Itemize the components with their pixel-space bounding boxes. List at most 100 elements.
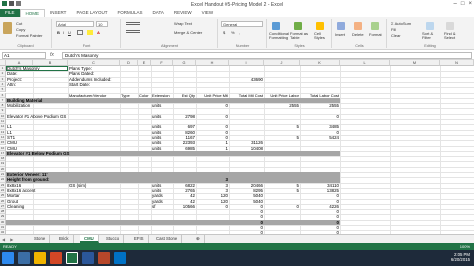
tab-page-layout[interactable]: PAGE LAYOUT [71,9,112,17]
conditional-formatting-icon[interactable] [272,22,280,30]
close-icon[interactable]: × [468,1,472,7]
cell-a27[interactable]: Cleaning [7,204,24,209]
fill-color-icon[interactable] [87,30,93,35]
cell-a4[interactable]: Attn: [7,82,16,87]
underline-button[interactable]: U [68,30,71,35]
cell-styles-icon[interactable] [316,22,324,30]
format-button[interactable]: Format [369,32,382,37]
cell-c23[interactable]: GS (sim) [69,183,86,188]
conditional-formatting-button[interactable]: Conditional Formatting [269,32,289,40]
outlook-icon[interactable] [114,252,126,264]
cell-k10[interactable]: 0 [300,114,339,119]
cell-i3[interactable]: 43690 [229,77,263,82]
cell-j12[interactable]: 5 [264,124,299,129]
format-painter-button[interactable]: Format Painter [16,33,42,38]
delete-cells-icon[interactable] [354,22,362,30]
insert-cells-icon[interactable] [337,22,345,30]
insert-button[interactable]: Insert [335,32,345,37]
cell-h27[interactable]: 0 [196,204,228,209]
format-as-table-button[interactable]: Format as Table [290,32,310,40]
cell-f8[interactable]: units [152,103,161,108]
tab-formulas[interactable]: FORMULAS [113,9,148,17]
cell-h8[interactable]: 0 [196,103,228,108]
add-sheet-icon[interactable]: ⊕ [192,235,205,243]
format-cells-icon[interactable] [371,22,379,30]
formula-input[interactable]: Dutch's Masonry [62,52,472,59]
column-header[interactable]: E [138,60,151,66]
cell-k8[interactable]: 2555 [300,103,339,108]
italic-button[interactable]: I [63,30,64,35]
worksheet-grid[interactable]: A B C D E F G H I J K L M N 1 Dutch's Masonry Plans Type… [0,60,474,234]
sheet-tab-stone[interactable]: Stone [30,235,51,243]
column-header[interactable]: F [151,60,173,66]
align-left-icon[interactable] [126,30,140,33]
borders-icon[interactable] [77,30,83,35]
cut-button[interactable]: Cut [16,21,22,26]
column-header[interactable]: K [300,60,340,66]
column-header[interactable]: H [196,60,229,66]
find-select-button[interactable]: Find & Select [444,32,464,40]
column-header[interactable]: I [229,60,264,66]
cell-j27[interactable]: 0 [264,204,299,209]
cell-a17[interactable]: Elevator #1 Below Podium GS [7,151,69,156]
cell-k14[interactable]: 5424 [300,135,339,140]
cell-j8[interactable]: 2555 [264,103,299,108]
column-header[interactable]: N [440,60,474,66]
excel-taskbar-icon[interactable] [66,252,78,264]
number-format-select[interactable]: General [221,21,263,27]
font-size-select[interactable]: 10 [96,21,108,27]
sheet-tab-efis[interactable]: EFIS [130,235,149,243]
wrap-text-button[interactable]: Wrap Text [174,21,192,26]
maximize-icon[interactable]: □ [461,1,465,7]
explorer-icon[interactable] [34,252,46,264]
sort-filter-button[interactable]: Sort & Filter [422,32,442,40]
cell-j24[interactable]: 5 [264,188,299,193]
copy-button[interactable]: Copy [16,27,25,32]
font-name-select[interactable]: Arial [56,21,94,27]
currency-button[interactable]: $ [223,30,225,35]
media-icon[interactable] [50,252,62,264]
name-box[interactable]: A1 [2,52,46,59]
tab-view[interactable]: VIEW [197,9,219,17]
fx-icon[interactable]: fx [50,52,54,58]
find-select-icon[interactable] [446,22,454,30]
cell-c4[interactable]: Start Date: [69,82,90,87]
column-header[interactable]: D [120,60,138,66]
powerpoint-icon[interactable] [98,252,110,264]
column-header[interactable]: L [340,60,390,66]
autosum-button[interactable]: Σ AutoSum [391,21,411,26]
ie-icon[interactable] [18,252,30,264]
column-header[interactable]: J [264,60,300,66]
fill-button[interactable]: Fill [391,27,396,32]
cell-j14[interactable]: 5 [264,135,299,140]
column-header[interactable]: G [173,60,196,66]
merge-center-button[interactable]: Merge & Center [174,30,202,35]
sheet-tab-cast-stone[interactable]: Cast Stone [152,235,183,243]
word-icon[interactable] [82,252,94,264]
minimize-icon[interactable]: – [454,1,457,7]
sort-filter-icon[interactable] [426,22,434,30]
comma-style-button[interactable]: , [239,30,240,35]
cell-a10[interactable]: Elevator #1 Above Podium GS [7,114,66,119]
font-color-icon[interactable]: A [97,30,100,35]
cell-a8[interactable]: Mobilization [7,103,30,108]
cell-styles-button[interactable]: Cell Styles [314,32,330,40]
cell-g10[interactable]: 2798 [173,114,195,119]
align-top-icon[interactable] [126,22,140,25]
paste-icon[interactable] [3,22,12,34]
cell-f10[interactable]: units [152,114,161,119]
bold-button[interactable]: B [57,30,60,35]
cell-g27[interactable]: 10566 [173,204,195,209]
sheet-tab-stucco[interactable]: Stucco [102,235,125,243]
cell-h10[interactable]: 0 [196,114,228,119]
start-icon[interactable] [2,252,14,264]
sheet-nav-arrows[interactable]: ◀ ▶ [2,237,15,242]
sheet-tab-cmu[interactable]: CMU [80,235,99,243]
tab-data[interactable]: DATA [148,9,169,17]
zoom-level[interactable]: 100% [460,243,470,250]
tab-insert[interactable]: INSERT [45,9,71,17]
tab-file[interactable]: FILE [0,9,20,17]
percent-button[interactable]: % [231,30,235,35]
clear-button[interactable]: Clear [391,33,401,38]
sheet-tab-brick[interactable]: Brick [55,235,74,243]
